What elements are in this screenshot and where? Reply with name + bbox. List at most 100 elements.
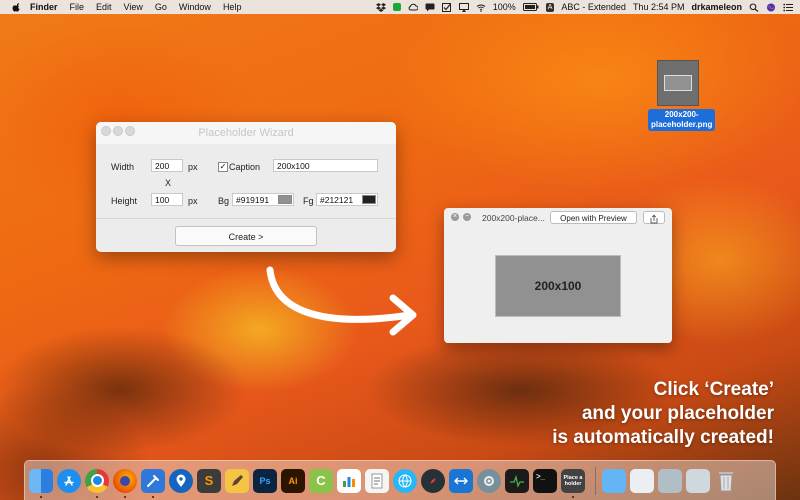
height-unit: px <box>188 196 198 206</box>
app-store-glyph-icon <box>64 475 74 486</box>
file-thumbnail-icon <box>657 60 699 106</box>
finder-icon[interactable] <box>29 468 53 498</box>
photoshop-icon[interactable]: Ps <box>253 468 277 493</box>
menu-view[interactable]: View <box>124 0 143 14</box>
menu-file[interactable]: File <box>70 0 85 14</box>
fg-color-swatch[interactable] <box>362 195 376 204</box>
preview-fullscreen-button[interactable]: − <box>463 213 471 221</box>
notification-center-icon[interactable] <box>783 3 793 12</box>
desktop-wallpaper: Finder File Edit View Go Window Help 100… <box>0 0 800 500</box>
caption-field[interactable]: 200x100 <box>273 159 378 172</box>
spotlight-search-icon[interactable] <box>749 2 759 12</box>
menu-bar: Finder File Edit View Go Window Help 100… <box>0 0 800 14</box>
sublime-text-icon[interactable]: S <box>197 468 221 493</box>
cloud-icon[interactable] <box>408 3 418 12</box>
double-arrow-icon <box>454 477 468 484</box>
bg-color-value: #919191 <box>236 195 270 205</box>
input-source-icon[interactable]: A <box>545 2 555 12</box>
desktop-file-label-line2: placeholder.png <box>651 120 713 129</box>
status-green-icon[interactable] <box>392 3 401 11</box>
create-button[interactable]: Create > <box>175 226 317 246</box>
checkbox-status-icon[interactable] <box>441 2 452 12</box>
open-with-preview-button[interactable]: Open with Preview <box>550 211 637 224</box>
caption-checkbox[interactable]: ✓ <box>218 162 228 172</box>
clock[interactable]: Thu 2:54 PM <box>633 2 685 12</box>
maps-pin-icon[interactable] <box>169 468 193 493</box>
downloads-stack-icon[interactable] <box>658 468 682 493</box>
firefox-icon[interactable] <box>113 468 137 498</box>
preview-close-button[interactable]: × <box>451 213 459 221</box>
applications-folder-icon[interactable] <box>602 468 626 493</box>
desktop-stack-icon[interactable] <box>686 468 710 493</box>
airplay-icon[interactable] <box>458 2 469 12</box>
fg-color-value: #212121 <box>320 195 354 205</box>
curved-arrow-icon <box>266 266 417 336</box>
c-app-icon[interactable]: C <box>309 468 333 493</box>
sketch-book-icon[interactable] <box>225 468 249 493</box>
chrome-center-icon <box>90 474 104 487</box>
pencil-icon <box>232 474 243 486</box>
share-button[interactable] <box>643 211 665 224</box>
window-titlebar[interactable]: Placeholder Wizard <box>96 122 396 144</box>
placeholder-image-caption: 200x100 <box>534 279 582 293</box>
activity-monitor-icon[interactable] <box>505 468 529 493</box>
input-source-label[interactable]: ABC - Extended <box>561 2 626 12</box>
preview-filename: 200x200-place... <box>482 213 545 223</box>
location-pin-icon <box>176 474 186 487</box>
fg-label: Fg <box>303 196 314 206</box>
textedit-icon[interactable] <box>365 468 389 493</box>
siri-icon[interactable] <box>766 2 776 12</box>
wifi-icon[interactable] <box>476 3 486 12</box>
menu-finder[interactable]: Finder <box>30 0 58 14</box>
placeholder-image: 200x100 <box>495 255 621 317</box>
teamviewer-icon[interactable] <box>449 468 473 493</box>
bar-chart-icon <box>343 476 355 487</box>
chrome-icon[interactable] <box>85 468 109 498</box>
divider <box>96 218 396 219</box>
promo-caption: Click ‘Create’ and your placeholder is a… <box>552 378 774 450</box>
placeholder-wizard-window: Placeholder Wizard Width 200 px X Height… <box>96 122 396 252</box>
status-area: 100% A ABC - Extended Thu 2:54 PM drkame… <box>375 0 800 14</box>
menu-edit[interactable]: Edit <box>96 0 112 14</box>
preview-min-glyph: − <box>464 213 470 220</box>
safari-compass-icon[interactable] <box>421 468 445 493</box>
share-icon <box>650 214 658 224</box>
documents-stack-icon[interactable] <box>630 468 654 493</box>
menu-go[interactable]: Go <box>155 0 167 14</box>
preview-close-glyph: × <box>452 213 458 220</box>
chat-bubble-icon[interactable] <box>425 3 435 12</box>
apple-menu-icon[interactable] <box>12 2 22 12</box>
xcode-tools-icon[interactable] <box>141 468 165 498</box>
desktop-file-label: 200x200- placeholder.png <box>648 109 716 131</box>
desktop-file-icon[interactable]: 200x200- placeholder.png <box>648 60 716 132</box>
browser-globe-icon[interactable] <box>393 468 417 493</box>
placeholder-app-icon[interactable]: Place a holder <box>561 468 585 498</box>
width-label: Width <box>111 162 135 172</box>
desktop-file-label-line1: 200x200- <box>664 110 699 119</box>
pulse-icon <box>510 474 524 488</box>
battery-icon[interactable] <box>522 3 539 11</box>
document-icon <box>371 473 383 488</box>
battery-percent: 100% <box>492 2 516 12</box>
compass-icon <box>430 477 436 484</box>
app-store-icon[interactable] <box>57 468 81 493</box>
width-field[interactable]: 200 <box>151 159 183 172</box>
height-field[interactable]: 100 <box>151 193 183 206</box>
dock-separator <box>595 466 596 495</box>
menu-help[interactable]: Help <box>223 0 242 14</box>
user-name[interactable]: drkameleon <box>691 2 742 12</box>
dock: S Ps Ai C >_ Place a holder <box>24 460 776 500</box>
bg-color-swatch[interactable] <box>278 195 292 204</box>
dropbox-icon[interactable] <box>375 2 386 12</box>
promo-line-1: Click ‘Create’ <box>653 379 774 400</box>
menu-window[interactable]: Window <box>179 0 211 14</box>
globe-icon <box>398 474 412 487</box>
terminal-icon[interactable]: >_ <box>533 468 557 493</box>
trash-icon[interactable] <box>714 469 738 493</box>
window-title: Placeholder Wizard <box>198 127 294 139</box>
promo-line-3: is automatically created! <box>552 427 774 448</box>
system-preferences-icon[interactable] <box>477 468 501 493</box>
illustrator-icon[interactable]: Ai <box>281 468 305 493</box>
numbers-icon[interactable] <box>337 468 361 493</box>
times-separator: X <box>165 178 172 188</box>
